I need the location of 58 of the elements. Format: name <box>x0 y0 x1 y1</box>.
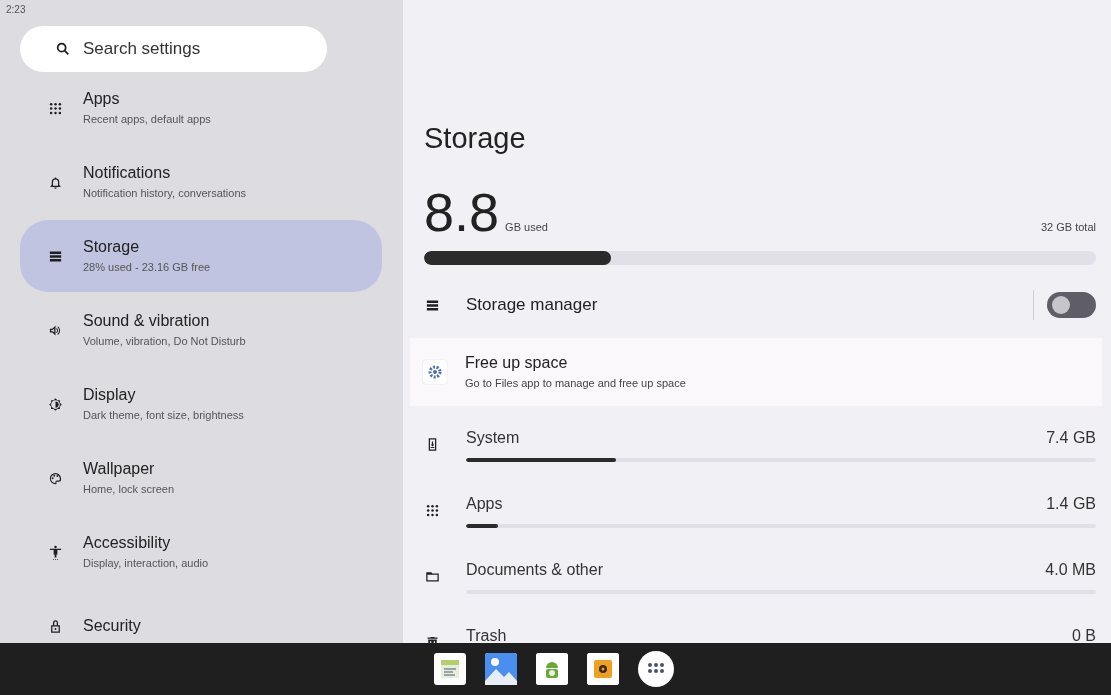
gear-icon <box>423 360 447 384</box>
item-title: Apps <box>83 89 120 109</box>
category-size: 1.4 GB <box>1046 494 1096 513</box>
item-subtitle: Display, interaction, audio <box>83 556 209 571</box>
used-unit: GB used <box>505 221 548 233</box>
app-drawer-icon[interactable] <box>637 651 674 687</box>
sidebar-item[interactable]: Security <box>20 590 382 643</box>
sidebar-item[interactable]: Notifications Notification history, conversations <box>20 146 382 218</box>
storage-category[interactable]: Apps 1.4 GB <box>424 472 1096 538</box>
category-size: 7.4 GB <box>1046 428 1096 447</box>
card-subtitle: Go to Files app to manage and free up space <box>465 376 686 391</box>
total-capacity: 32 GB total <box>1040 221 1096 233</box>
free-up-card[interactable]: Free up space Go to Files app to manage and free up space <box>410 338 1102 406</box>
sidebar-item[interactable]: Sound & vibration Volume, vibration, Do Not Disturb <box>20 294 382 366</box>
item-subtitle: 28% used - 23.16 GB free <box>83 260 211 275</box>
sidebar-item[interactable]: Accessibility Display, interaction, audio <box>20 516 382 588</box>
storage-category[interactable]: Trash 0 B <box>424 604 1096 643</box>
setting-label: Storage manager <box>466 295 598 315</box>
category-label: System <box>466 428 520 447</box>
sidebar-item[interactable]: Display Dark theme, font size, brightness <box>20 368 382 440</box>
item-subtitle: Home, lock screen <box>83 482 175 497</box>
used-amount: 8.8 <box>424 184 500 240</box>
category-label: Trash <box>466 626 507 643</box>
card-title: Free up space <box>465 353 568 373</box>
image-app-icon[interactable] <box>484 653 517 685</box>
lock-icon <box>48 618 63 634</box>
grid-icon <box>48 100 63 116</box>
item-subtitle: Volume, vibration, Do Not Disturb <box>83 334 246 349</box>
sidebar-item[interactable]: Wallpaper Home, lock screen <box>20 442 382 514</box>
robot-app-icon[interactable] <box>535 653 568 685</box>
storage-category[interactable]: System 7.4 GB <box>424 406 1096 472</box>
category-size: 4.0 MB <box>1045 560 1096 579</box>
item-subtitle: Recent apps, default apps <box>83 112 211 127</box>
item-title: Storage <box>83 237 140 257</box>
category-label: Documents & other <box>466 560 603 579</box>
item-title: Security <box>83 616 141 636</box>
search-field[interactable]: Search settings <box>20 26 327 72</box>
page-title: Storage <box>424 121 527 156</box>
accessibility-icon <box>48 544 63 560</box>
item-title: Sound & vibration <box>83 311 210 331</box>
brightness-icon <box>48 396 63 412</box>
sidebar-item[interactable]: Storage 28% used - 23.16 GB free <box>20 220 382 292</box>
storage-category[interactable]: Documents & other 4.0 MB <box>424 538 1096 604</box>
item-title: Display <box>83 385 136 405</box>
item-subtitle: Notification history, conversations <box>83 186 247 201</box>
item-title: Notifications <box>83 163 171 183</box>
document-app-icon[interactable] <box>433 653 466 685</box>
item-subtitle: Dark theme, font size, brightness <box>83 408 244 423</box>
grid-icon <box>425 502 440 518</box>
item-title: Wallpaper <box>83 459 155 479</box>
item-title: Accessibility <box>83 533 171 553</box>
status-time: 2:23 <box>5 3 26 16</box>
camera-app-icon[interactable] <box>586 653 619 685</box>
palette-icon <box>48 470 63 486</box>
category-label: Apps <box>466 494 503 513</box>
sidebar-item[interactable]: Apps Recent apps, default apps <box>20 72 382 144</box>
category-size: 0 B <box>1072 626 1096 643</box>
toggle-switch[interactable] <box>1047 292 1096 318</box>
